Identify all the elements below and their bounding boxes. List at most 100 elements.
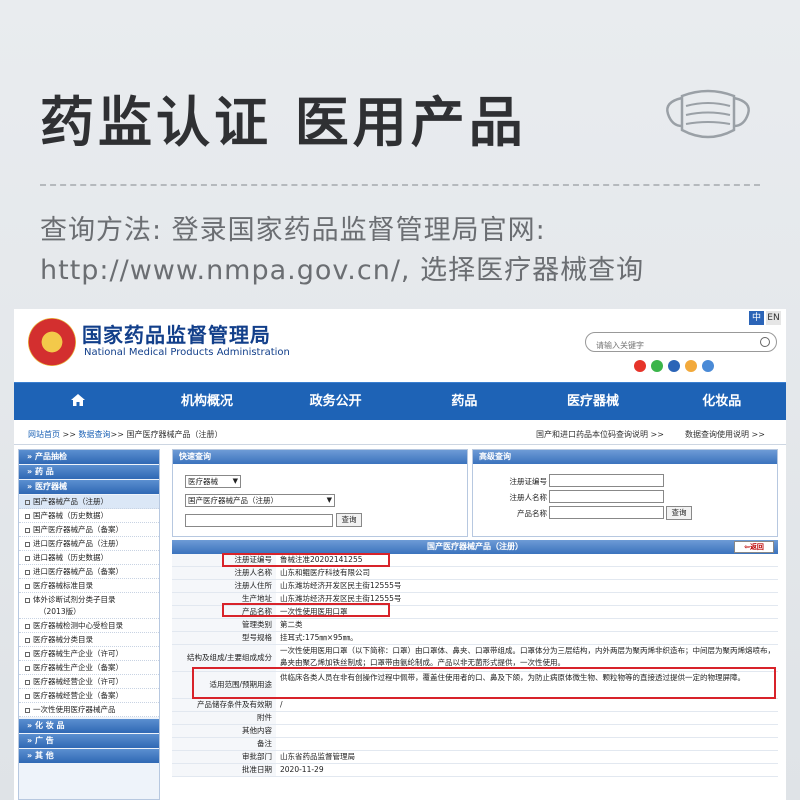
- bullet-icon: [25, 651, 30, 657]
- detail-title: 国产医疗器械产品（注册）: [172, 540, 778, 554]
- sidebar-cat-devices[interactable]: » 医疗器械: [19, 480, 159, 494]
- table-row: 审批部门 山东省药品监督管理局: [172, 751, 778, 764]
- table-row: 注册人名称 山东和鲲医疗科技有限公司: [172, 567, 778, 580]
- sidebar-item[interactable]: 国产医疗器械产品（备案）: [19, 523, 159, 537]
- national-emblem-icon: [28, 318, 76, 366]
- reg-no-label: 注册证编号: [509, 477, 548, 486]
- advanced-search-title: 高级查询: [473, 450, 777, 464]
- rss-icon[interactable]: [685, 360, 697, 372]
- sidebar-cat-ads[interactable]: » 广 告: [19, 734, 159, 748]
- bullet-icon: [25, 555, 30, 561]
- advanced-search-panel: 高级查询 注册证编号 注册人名称 产品名称 查询: [472, 449, 778, 537]
- nav-cosmetics[interactable]: 化妆品: [657, 383, 786, 420]
- drug-code-help-link[interactable]: 国产和进口药品本位码查询说明 >>: [536, 429, 664, 440]
- bullet-icon: [25, 637, 30, 643]
- registrant-input[interactable]: [549, 490, 664, 503]
- sidebar-item[interactable]: 医疗器械生产企业（备案）: [19, 661, 159, 675]
- table-row: 型号规格 挂耳式:175㎜×95㎜。: [172, 632, 778, 645]
- sidebar-item[interactable]: 医疗器械经营企业（备案）: [19, 689, 159, 703]
- registrant-label: 注册人名称: [509, 493, 548, 502]
- table-row: 管理类别 第二类: [172, 619, 778, 632]
- bullet-icon: [25, 583, 30, 589]
- table-row: 注册人住所 山东潍坊经济开发区民主街12555号: [172, 580, 778, 593]
- bullet-icon: [25, 569, 30, 575]
- highlight-product-name: [222, 603, 390, 617]
- query-hint-line1: 查询方法: 登录国家药品监督管理局官网:: [40, 215, 546, 246]
- nmpa-website-screenshot: 国家药品监督管理局 National Medical Products Admi…: [14, 309, 786, 800]
- wechat-icon[interactable]: [651, 360, 663, 372]
- highlight-intended-use: [192, 667, 776, 699]
- nav-home[interactable]: [14, 383, 143, 420]
- category-select[interactable]: 医疗器械 ▼: [185, 475, 241, 488]
- lang-zh-button[interactable]: 中: [749, 311, 764, 325]
- face-mask-icon: [666, 89, 750, 139]
- table-row: 附件: [172, 712, 778, 725]
- database-select[interactable]: 国产医疗器械产品（注册） ▼: [185, 494, 335, 507]
- weibo-icon[interactable]: [634, 360, 646, 372]
- quick-search-panel: 快速查询 医疗器械 ▼ 国产医疗器械产品（注册） ▼ 查询: [172, 449, 468, 537]
- bullet-icon: [25, 707, 30, 713]
- nav-organization[interactable]: 机构概况: [143, 383, 272, 420]
- mobile-icon[interactable]: [668, 360, 680, 372]
- breadcrumb-query[interactable]: 数据查询: [79, 430, 111, 439]
- sidebar-item[interactable]: 医疗器械分类目录: [19, 633, 159, 647]
- sidebar-item[interactable]: 进口医疗器械产品（备案）: [19, 565, 159, 579]
- quick-search-button[interactable]: 查询: [336, 513, 362, 527]
- sidebar-cat-drugs[interactable]: » 药 品: [19, 465, 159, 479]
- table-row: 其他内容: [172, 725, 778, 738]
- divider: [40, 184, 760, 186]
- chevron-down-icon: ▼: [326, 496, 332, 504]
- breadcrumb-home[interactable]: 网站首页: [28, 430, 60, 439]
- query-hint-line2: http://www.nmpa.gov.cn/, 选择医疗器械查询: [40, 255, 645, 286]
- site-name-cn: 国家药品监督管理局: [82, 323, 271, 347]
- bullet-icon: [25, 527, 30, 533]
- bullet-icon: [25, 597, 30, 603]
- sidebar-item[interactable]: 医疗器械生产企业（许可）: [19, 647, 159, 661]
- sidebar-item[interactable]: 国产器械产品（注册）: [19, 495, 159, 509]
- sidebar: » 产品抽检 » 药 品 » 医疗器械 国产器械产品（注册） 国产器械（历史数据…: [18, 449, 160, 800]
- home-icon: [71, 394, 86, 406]
- social-links: [634, 360, 714, 372]
- sidebar-item[interactable]: 体外诊断试剂分类子目录 （2013版）: [19, 593, 159, 619]
- table-row: 备注: [172, 738, 778, 751]
- sidebar-item[interactable]: 进口器械（历史数据）: [19, 551, 159, 565]
- quick-search-input[interactable]: [185, 514, 333, 527]
- bullet-icon: [25, 499, 30, 505]
- sidebar-item[interactable]: 医疗器械标准目录: [19, 579, 159, 593]
- reg-no-input[interactable]: [549, 474, 664, 487]
- site-name-en: National Medical Products Administration: [84, 347, 290, 358]
- sidebar-item[interactable]: 进口医疗器械产品（注册）: [19, 537, 159, 551]
- advanced-search-button[interactable]: 查询: [666, 506, 692, 520]
- quick-search-title: 快速查询: [173, 450, 467, 464]
- bullet-icon: [25, 513, 30, 519]
- nav-drugs[interactable]: 药品: [400, 383, 529, 420]
- sidebar-item[interactable]: 国产器械（历史数据）: [19, 509, 159, 523]
- bullet-icon: [25, 541, 30, 547]
- sidebar-cat-cosmetics[interactable]: » 化 妆 品: [19, 719, 159, 733]
- highlight-reg-no: [222, 553, 390, 567]
- breadcrumb: 网站首页 >> 数据查询>> 国产医疗器械产品（注册） 国产和进口药品本位码查询…: [14, 423, 786, 445]
- table-row: 批准日期 2020-11-29: [172, 764, 778, 777]
- search-icon[interactable]: [760, 337, 770, 347]
- sidebar-item[interactable]: 医疗器械经营企业（许可）: [19, 675, 159, 689]
- site-search[interactable]: [585, 332, 777, 352]
- accessibility-icon[interactable]: [702, 360, 714, 372]
- nav-medical-devices[interactable]: 医疗器械: [529, 383, 658, 420]
- sidebar-cat-sampling[interactable]: » 产品抽检: [19, 450, 159, 464]
- bullet-icon: [25, 623, 30, 629]
- sidebar-item[interactable]: 一次性使用医疗器械产品: [19, 703, 159, 717]
- sidebar-cat-other[interactable]: » 其 他: [19, 749, 159, 763]
- chevron-down-icon: ▼: [232, 477, 238, 485]
- product-name-input[interactable]: [549, 506, 664, 519]
- back-button[interactable]: ⇦返回: [734, 541, 774, 553]
- page-title: 药监认证 医用产品: [40, 91, 527, 154]
- nav-government-affairs[interactable]: 政务公开: [271, 383, 400, 420]
- site-search-input[interactable]: [596, 341, 746, 350]
- query-help-link[interactable]: 数据查询使用说明 >>: [685, 429, 765, 440]
- table-row: 产品储存条件及有效期 /: [172, 699, 778, 712]
- detail-table: 注册证编号 鲁械注准20202141255 注册人名称 山东和鲲医疗科技有限公司 注…: [172, 554, 778, 777]
- main-nav: 机构概况 政务公开 药品 医疗器械 化妆品: [14, 382, 786, 420]
- lang-en-button[interactable]: EN: [766, 311, 781, 325]
- sidebar-item[interactable]: 医疗器械检测中心受检目录: [19, 619, 159, 633]
- site-header: 国家药品监督管理局 National Medical Products Admi…: [14, 309, 786, 381]
